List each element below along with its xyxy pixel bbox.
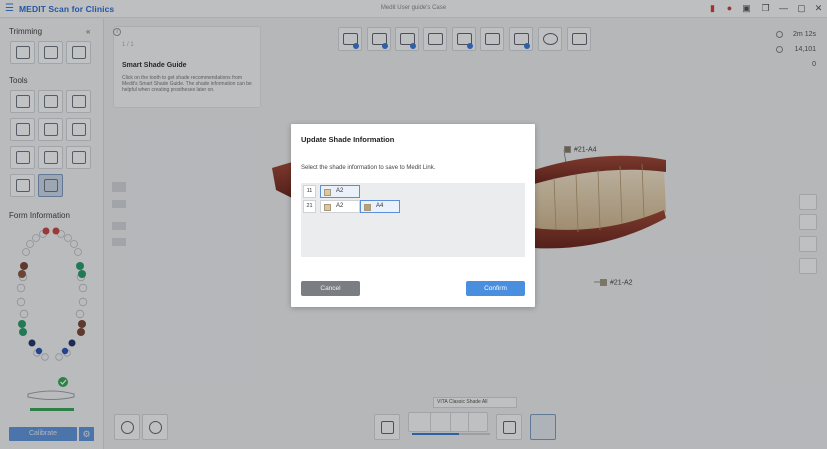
- cancel-button[interactable]: Cancel: [301, 281, 360, 296]
- shade-table: 11 A2 21 A2 A4: [301, 183, 525, 257]
- tooth-number: 21: [303, 200, 316, 213]
- update-shade-dialog: Update Shade Information Select the shad…: [291, 124, 535, 307]
- shade-swatch: [324, 203, 331, 211]
- shade-option[interactable]: A2: [320, 200, 360, 213]
- dialog-title: Update Shade Information: [301, 135, 395, 144]
- shade-option[interactable]: A2: [320, 185, 360, 198]
- shade-swatch: [324, 188, 331, 196]
- dialog-message: Select the shade information to save to …: [301, 165, 436, 171]
- tooth-number: 11: [303, 185, 316, 198]
- shade-swatch: [364, 203, 371, 211]
- confirm-button[interactable]: Confirm: [466, 281, 525, 296]
- shade-option[interactable]: A4: [360, 200, 400, 213]
